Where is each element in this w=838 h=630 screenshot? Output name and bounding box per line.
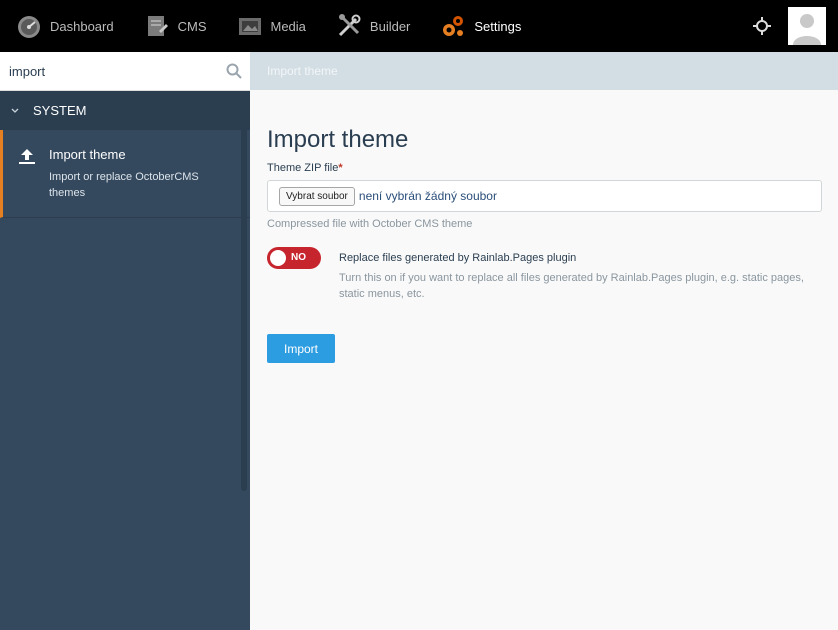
search-input[interactable] bbox=[0, 52, 209, 90]
import-button[interactable]: Import bbox=[267, 334, 335, 363]
nav-item-cms[interactable]: CMS bbox=[128, 0, 207, 52]
nav-label-builder: Builder bbox=[369, 18, 411, 34]
sidebar-item-description: Import or replace OctoberCMS themes bbox=[49, 171, 199, 199]
choose-file-button[interactable]: Vybrat soubor bbox=[279, 186, 355, 206]
toggle-state: NO bbox=[291, 252, 306, 263]
chevron-down-icon bbox=[11, 108, 19, 113]
cms-icon bbox=[144, 13, 170, 39]
nav-item-builder[interactable]: Builder bbox=[320, 0, 410, 52]
replace-files-toggle[interactable]: NO bbox=[267, 247, 321, 269]
sidebar-scrollbar[interactable] bbox=[241, 91, 247, 491]
theme-zip-file-input[interactable]: Vybrat soubor není vybrán žádný soubor bbox=[267, 180, 822, 212]
media-icon bbox=[237, 13, 263, 39]
breadcrumb: Import theme bbox=[250, 52, 838, 90]
upload-icon bbox=[19, 149, 35, 164]
sidebar-item-import-theme[interactable]: Import theme Import or replace OctoberCM… bbox=[0, 130, 250, 218]
search-icon[interactable] bbox=[226, 63, 242, 79]
toggle-knob bbox=[270, 250, 286, 266]
breadcrumb-current: Import theme bbox=[267, 64, 338, 78]
settings-gears-icon bbox=[440, 13, 466, 39]
top-navigation-bar: Dashboard CMS Media Builder Settings bbox=[0, 0, 838, 52]
nav-label-cms: CMS bbox=[177, 18, 207, 34]
replace-files-label: Replace files generated by Rainlab.Pages… bbox=[339, 252, 577, 264]
file-help-text: Compressed file with October CMS theme bbox=[267, 218, 473, 230]
sidebar: SYSTEM Import theme Import or replace Oc… bbox=[0, 52, 250, 630]
section-system[interactable]: SYSTEM bbox=[0, 91, 250, 130]
nav-item-media[interactable]: Media bbox=[221, 0, 306, 52]
crosshair-locator-icon[interactable] bbox=[752, 16, 772, 36]
file-status-text: není vybrán žádný soubor bbox=[358, 189, 497, 203]
page-title: Import theme bbox=[267, 126, 409, 153]
nav-label-dashboard: Dashboard bbox=[50, 18, 114, 34]
sidebar-item-title: Import theme bbox=[49, 147, 126, 162]
main-content: Import theme Theme ZIP file* Vybrat soub… bbox=[250, 90, 838, 630]
nav-label-media: Media bbox=[270, 18, 306, 34]
sidebar-search bbox=[0, 52, 250, 91]
required-marker: * bbox=[338, 162, 343, 174]
nav-item-settings[interactable]: Settings bbox=[424, 0, 521, 52]
builder-tools-icon bbox=[336, 13, 362, 39]
theme-zip-label-text: Theme ZIP file bbox=[267, 162, 339, 174]
default-user-icon bbox=[793, 14, 821, 45]
theme-zip-label: Theme ZIP file* bbox=[267, 162, 343, 174]
user-avatar[interactable] bbox=[788, 7, 826, 45]
dashboard-gauge-icon bbox=[16, 13, 42, 39]
section-label: SYSTEM bbox=[33, 103, 87, 118]
nav-item-dashboard[interactable]: Dashboard bbox=[0, 0, 114, 52]
replace-files-description: Turn this on if you want to replace all … bbox=[339, 272, 804, 300]
nav-label-settings: Settings bbox=[474, 18, 522, 34]
